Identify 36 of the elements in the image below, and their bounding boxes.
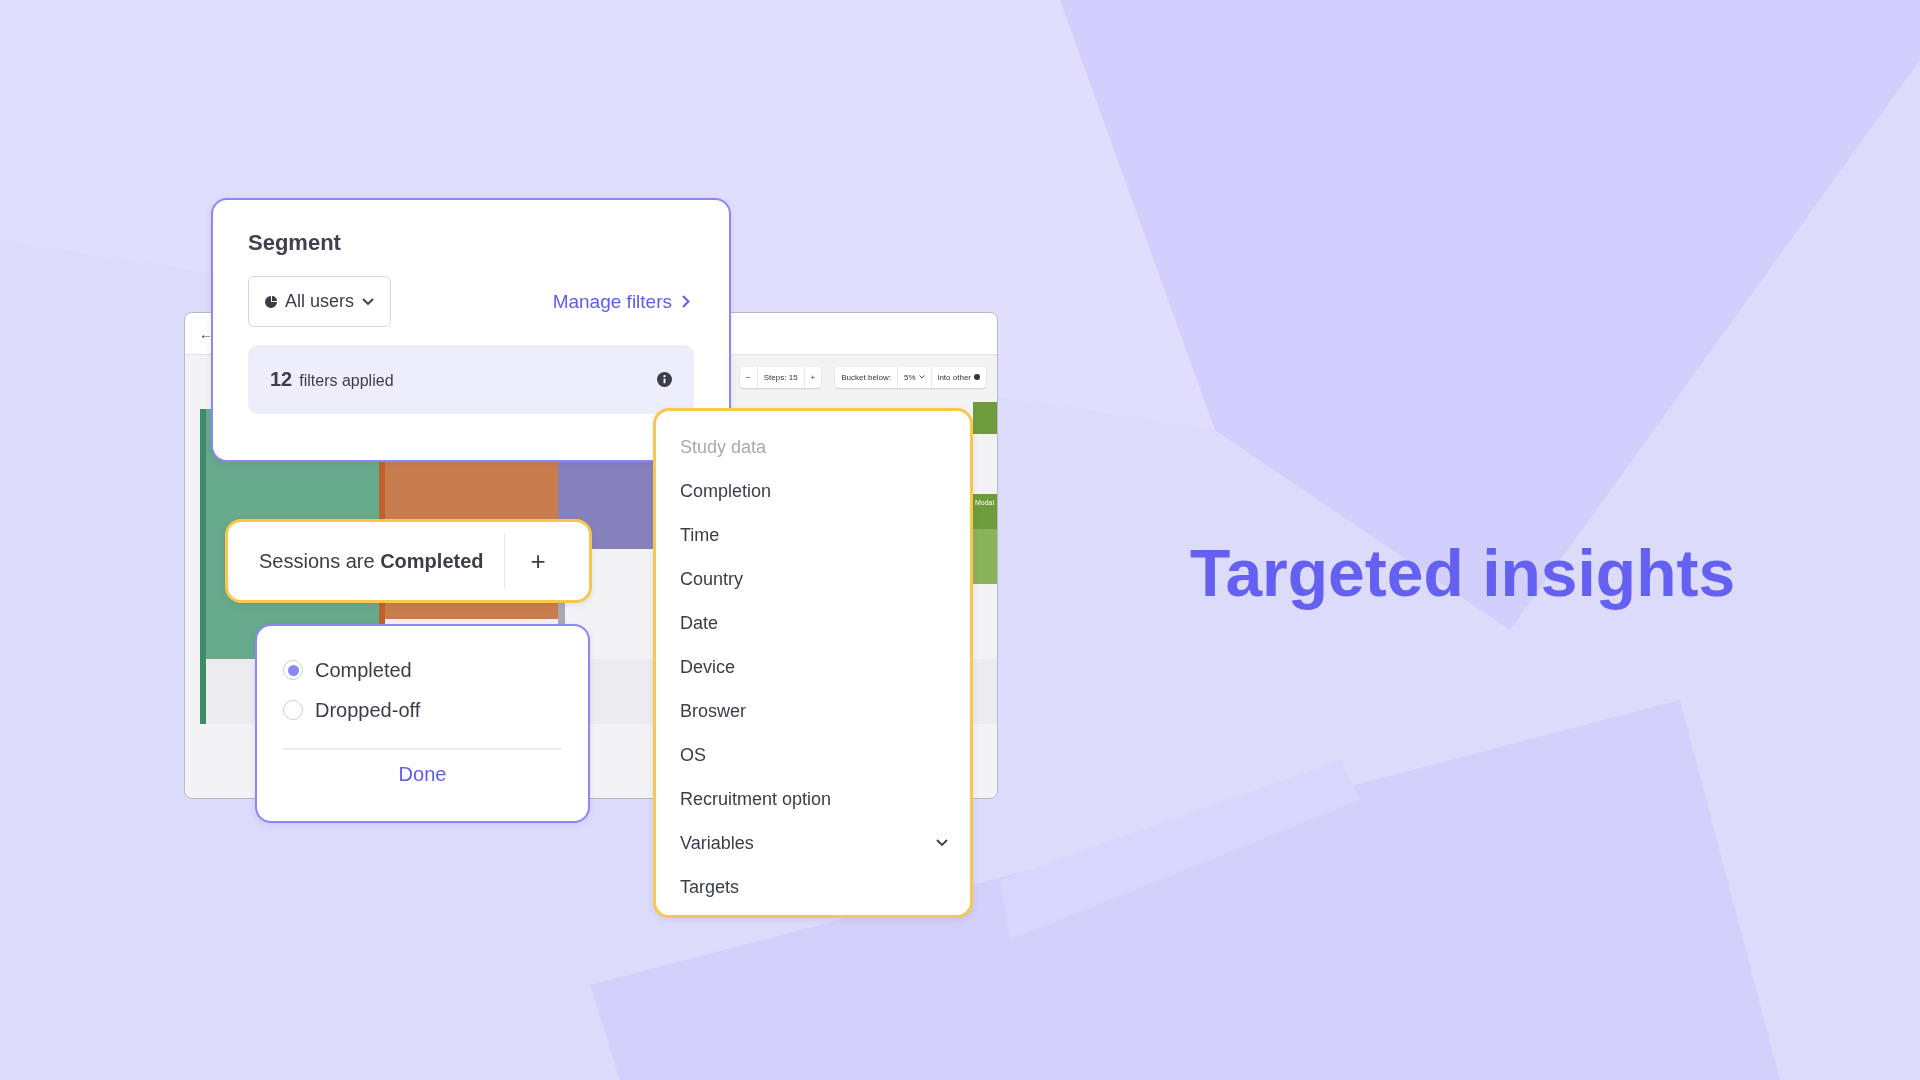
- condition-text: Sessions are Completed: [259, 549, 484, 573]
- segment-title: Segment: [248, 230, 342, 256]
- chevron-down-icon: [936, 839, 948, 847]
- bucket-select[interactable]: 5%: [897, 366, 931, 388]
- add-button[interactable]: +: [504, 548, 572, 574]
- menu-item[interactable]: Completion: [680, 469, 948, 513]
- menu-item[interactable]: Time: [680, 513, 948, 557]
- into-other-label: into other: [930, 366, 986, 388]
- menu-item[interactable]: Device: [680, 645, 948, 689]
- minus-button[interactable]: −: [740, 366, 757, 388]
- info-icon: [974, 374, 980, 381]
- headline: Targeted insights: [1190, 535, 1736, 611]
- menu-item[interactable]: Variables: [680, 821, 948, 865]
- pie-chart-icon: [265, 295, 277, 308]
- steps-label: Steps: 15: [756, 366, 804, 388]
- menu-item[interactable]: Country: [680, 557, 948, 601]
- radio-option[interactable]: Dropped-off: [283, 690, 562, 730]
- menu-item[interactable]: Date: [680, 601, 948, 645]
- chevron-right-icon: [682, 295, 690, 308]
- filters-label: filters applied: [299, 372, 394, 390]
- menu-item[interactable]: Recruitment option: [680, 777, 948, 821]
- menu-item[interactable]: OS: [680, 733, 948, 777]
- done-button[interactable]: Done: [283, 762, 562, 787]
- segment-dropdown[interactable]: All users: [248, 276, 392, 327]
- menu-heading: Study data: [680, 435, 768, 459]
- info-icon[interactable]: [657, 372, 672, 387]
- bucket-label: Bucket below:: [840, 371, 893, 384]
- menu-item[interactable]: Broswer: [680, 689, 948, 733]
- back-arrow[interactable]: ←: [199, 325, 213, 342]
- radio-option[interactable]: Completed: [283, 650, 562, 690]
- plus-button[interactable]: +: [803, 366, 822, 388]
- menu-item[interactable]: Targets: [680, 865, 948, 909]
- filter-count: 12: [270, 368, 293, 391]
- chevron-icon: [918, 375, 925, 380]
- chevron-down-icon: [362, 297, 375, 306]
- manage-filters-link[interactable]: Manage filters: [552, 290, 690, 313]
